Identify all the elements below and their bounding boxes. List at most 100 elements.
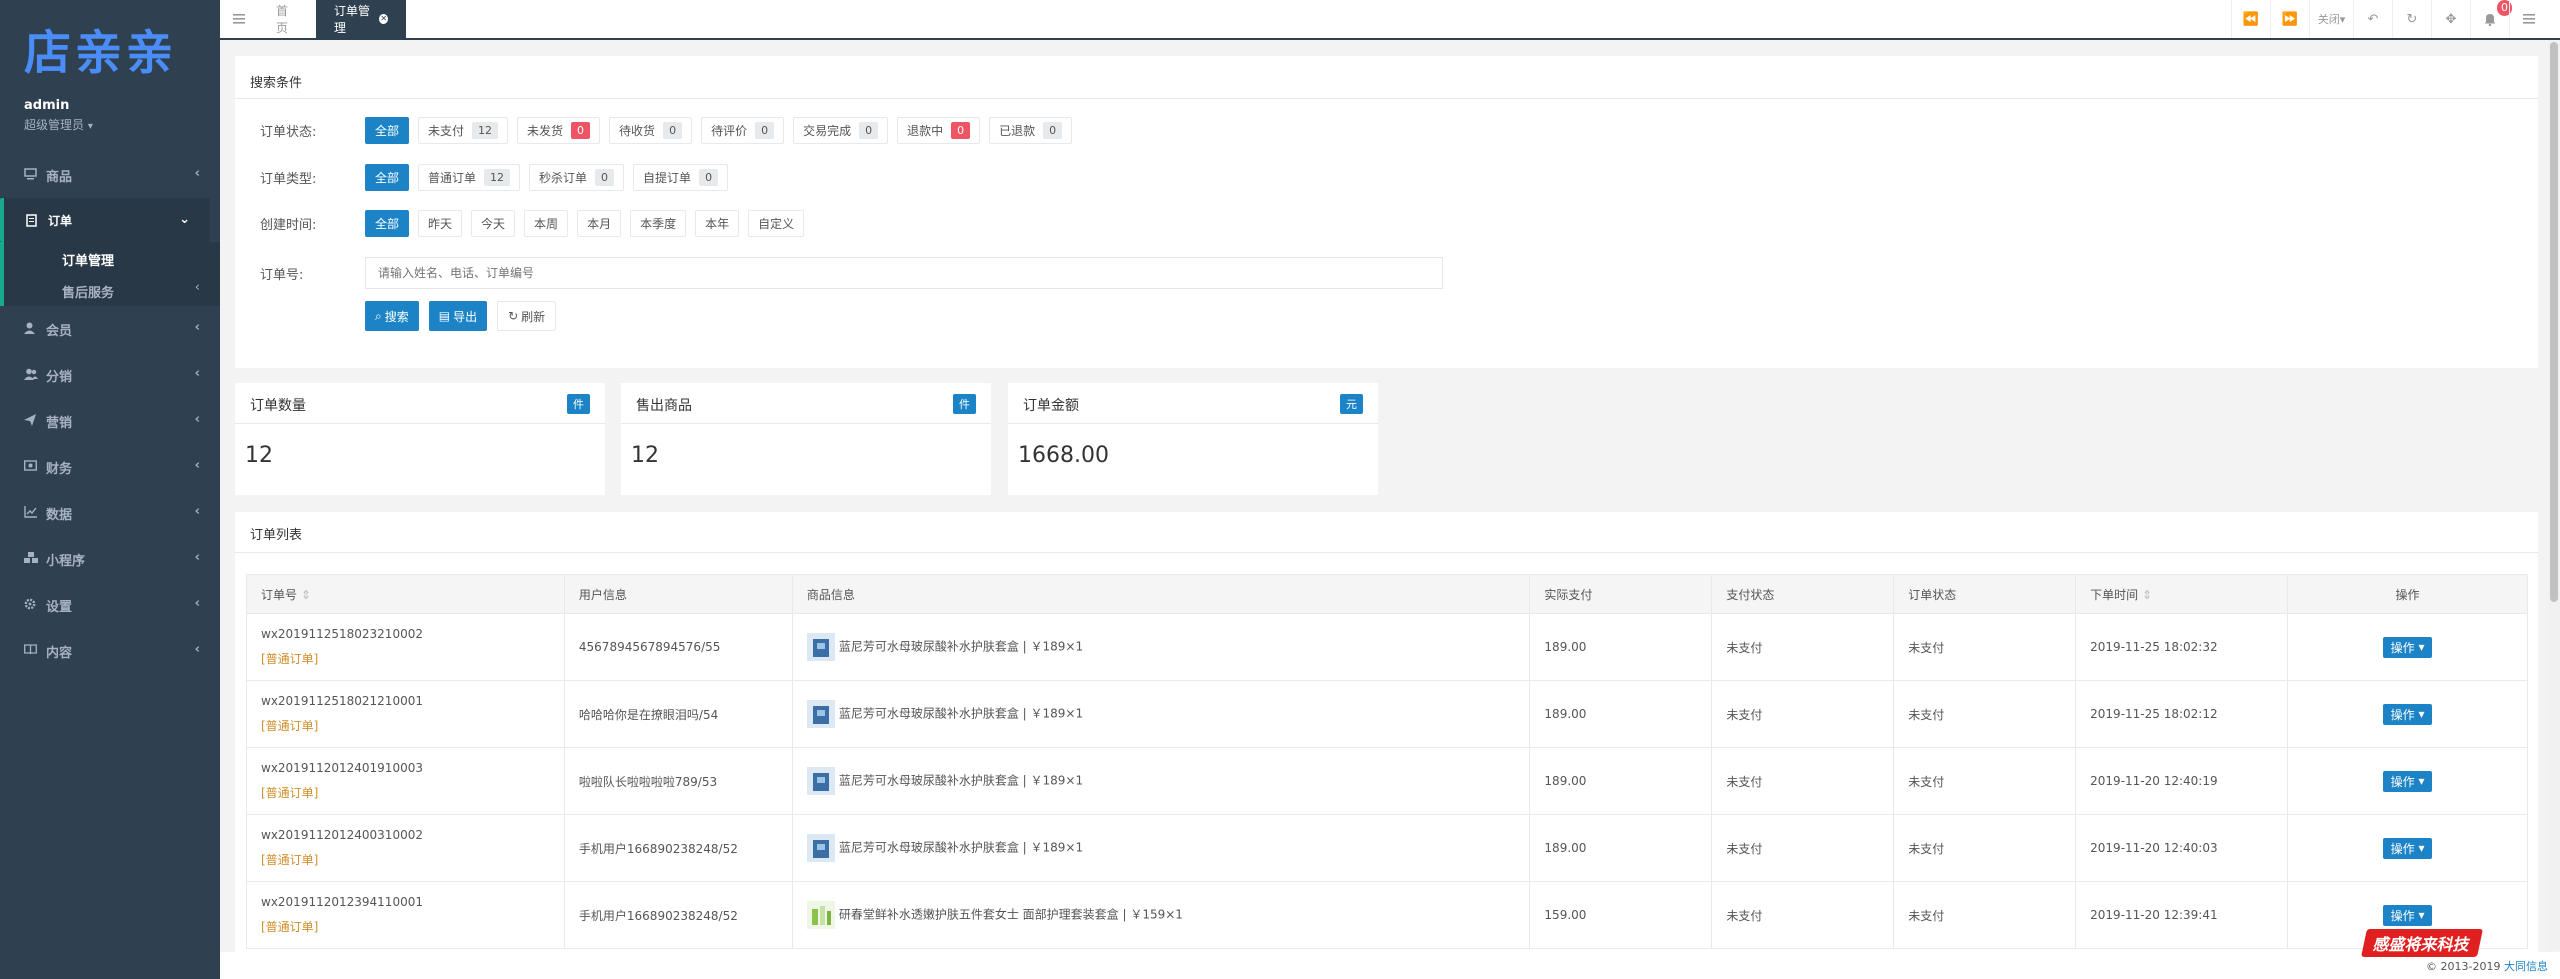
time-custom-button[interactable]: 自定义	[748, 209, 805, 237]
button-label: 刷新	[521, 309, 546, 324]
pay-status: 未支付	[1711, 814, 1895, 882]
nav-item-finance[interactable]: 财务 ‹	[0, 444, 220, 490]
button-label: 全部	[375, 170, 400, 185]
button-label: 未支付	[428, 123, 465, 138]
order-type-tag: [普通订单]	[261, 853, 319, 867]
search-button[interactable]: ⌕ 搜索	[365, 301, 419, 331]
sort-icon: ⇕	[2142, 587, 2153, 602]
time-this-year-button[interactable]: 本年	[695, 209, 740, 237]
refresh-tab-button[interactable]: ↻	[2392, 0, 2431, 38]
user-icon	[24, 322, 35, 334]
stat-unit-badge: 元	[1340, 394, 1363, 414]
order-number: wx2019112518021210001	[261, 694, 423, 708]
watermark-badge: 感盛将来科技	[2361, 929, 2483, 957]
company-link[interactable]: 大同信息	[2504, 960, 2548, 973]
search-input[interactable]	[365, 257, 1443, 289]
status-all-button[interactable]: 全部	[365, 116, 410, 144]
stat-unit-badge: 件	[953, 394, 976, 414]
nav-label: 内容	[46, 646, 73, 661]
button-label: 操作	[2390, 908, 2415, 923]
user-name[interactable]: admin	[24, 98, 69, 113]
table-row: wx2019112518021210001 [普通订单] 哈哈哈你是在撩眼泪吗/5…	[246, 680, 2528, 748]
type-normal-button[interactable]: 普通订单 12	[418, 163, 521, 191]
type-flash-sale-button[interactable]: 秒杀订单 0	[529, 163, 625, 191]
nav-label: 设置	[46, 600, 73, 615]
caret-down-icon: ▾	[87, 121, 93, 132]
search-panel-title: 搜索条件	[250, 76, 303, 91]
order-number-label: 订单号:	[260, 267, 304, 283]
button-label: 退款中	[907, 123, 944, 138]
undo-button[interactable]: ↶	[2353, 0, 2392, 38]
scroll-left-button[interactable]: ⏪	[2231, 0, 2270, 38]
order-no-cell: wx2019112518021210001 [普通订单]	[246, 680, 565, 748]
export-button[interactable]: ▤ 导出	[428, 301, 488, 331]
user-role-label: 超级管理员	[24, 118, 85, 132]
operation-dropdown-button[interactable]: 操作 ▾	[2382, 703, 2433, 725]
count-badge: 12	[484, 168, 511, 186]
col-order-status: 订单状态	[1893, 574, 2077, 614]
operation-dropdown-button[interactable]: 操作 ▾	[2382, 904, 2433, 926]
count-badge: 0	[571, 121, 591, 139]
col-order-no[interactable]: 订单号 ⇕	[246, 574, 565, 614]
nav-item-goods[interactable]: 商品 ‹	[0, 152, 220, 198]
refresh-button[interactable]: ↻ 刷新	[497, 301, 557, 331]
status-completed-button[interactable]: 交易完成 0	[793, 116, 889, 144]
status-unshipped-button[interactable]: 未发货 0	[517, 116, 601, 144]
product-thumbnail	[806, 633, 835, 661]
type-all-button[interactable]: 全部	[365, 163, 410, 191]
sub-item-order-management[interactable]: 订单管理	[62, 250, 114, 269]
chevron-down-icon: ⌄	[179, 212, 190, 227]
chevron-left-icon: ‹	[194, 596, 200, 611]
status-to-review-button[interactable]: 待评价 0	[701, 116, 785, 144]
nav-item-miniprogram[interactable]: 小程序 ‹	[0, 536, 220, 582]
product-text: 蓝尼芳可水母玻尿酸补水护肤套盒 | ￥189×1	[838, 840, 1084, 855]
menu-toggle-button[interactable]	[220, 0, 258, 38]
button-label: 待评价	[711, 123, 748, 138]
scrollbar-thumb[interactable]	[2550, 42, 2558, 602]
time-yesterday-button[interactable]: 昨天	[418, 209, 463, 237]
main-nav: 商品 ‹ 订单 ⌄ 订单管理 售后服务 ‹ 会员 ‹ 分销 ‹ 营销 ‹ 财务 ‹	[0, 152, 220, 674]
sidebar: 店亲亲 admin 超级管理员 ▾ 商品 ‹ 订单 ⌄ 订单管理 售后服务 ‹ 会员…	[0, 0, 220, 979]
sub-item-after-sales[interactable]: 售后服务	[62, 282, 114, 301]
nav-label: 订单	[48, 214, 73, 228]
user-role-dropdown[interactable]: 超级管理员 ▾	[24, 116, 93, 133]
page-scrollbar[interactable]	[2548, 40, 2560, 950]
nav-item-settings[interactable]: 设置 ‹	[0, 582, 220, 628]
button-label: 普通订单	[428, 170, 477, 185]
type-pickup-button[interactable]: 自提订单 0	[633, 163, 729, 191]
tab-order-management[interactable]: 订单管理 ✕	[316, 0, 406, 38]
nav-item-distribution[interactable]: 分销 ‹	[0, 352, 220, 398]
users-icon	[24, 368, 38, 380]
table-row: wx2019112012401910003 [普通订单] 啦啦队长啦啦啦啦789/…	[246, 747, 2528, 815]
nav-item-marketing[interactable]: 营销 ‹	[0, 398, 220, 444]
product-info: 蓝尼芳可水母玻尿酸补水护肤套盒 | ￥189×1	[791, 747, 1531, 815]
status-refunded-button[interactable]: 已退款 0	[989, 116, 1073, 144]
nav-item-members[interactable]: 会员 ‹	[0, 306, 220, 352]
fullscreen-button[interactable]: ✥	[2431, 0, 2470, 38]
status-to-receive-button[interactable]: 待收货 0	[609, 116, 693, 144]
operation-dropdown-button[interactable]: 操作 ▾	[2382, 837, 2433, 859]
close-icon[interactable]: ✕	[379, 14, 388, 24]
time-this-month-button[interactable]: 本月	[577, 209, 622, 237]
time-this-week-button[interactable]: 本周	[524, 209, 569, 237]
operation-dropdown-button[interactable]: 操作 ▾	[2382, 636, 2433, 658]
time-all-button[interactable]: 全部	[365, 209, 410, 237]
button-label: 已退款	[999, 123, 1036, 138]
nav-item-content[interactable]: 内容 ‹	[0, 628, 220, 674]
time-today-button[interactable]: 今天	[471, 209, 516, 237]
scroll-right-button[interactable]: ⏩	[2270, 0, 2309, 38]
nav-item-data[interactable]: 数据 ‹	[0, 490, 220, 536]
close-tabs-dropdown[interactable]: 关闭 ▾	[2309, 0, 2353, 38]
order-time: 2019-11-25 18:02:12	[2075, 680, 2289, 748]
right-sidebar-toggle[interactable]	[2509, 0, 2548, 38]
status-unpaid-button[interactable]: 未支付 12	[418, 116, 509, 144]
nav-item-orders[interactable]: 订单 ⌄	[0, 198, 210, 242]
time-this-quarter-button[interactable]: 本季度	[630, 209, 687, 237]
tab-home[interactable]: 首页	[258, 0, 314, 38]
operation-dropdown-button[interactable]: 操作 ▾	[2382, 770, 2433, 792]
user-info: 啦啦队长啦啦啦啦789/53	[563, 747, 793, 815]
nav-label: 分销	[46, 370, 73, 385]
col-time[interactable]: 下单时间 ⇕	[2075, 574, 2289, 614]
status-refunding-button[interactable]: 退款中 0	[897, 116, 981, 144]
order-time: 2019-11-20 12:40:19	[2075, 747, 2289, 815]
